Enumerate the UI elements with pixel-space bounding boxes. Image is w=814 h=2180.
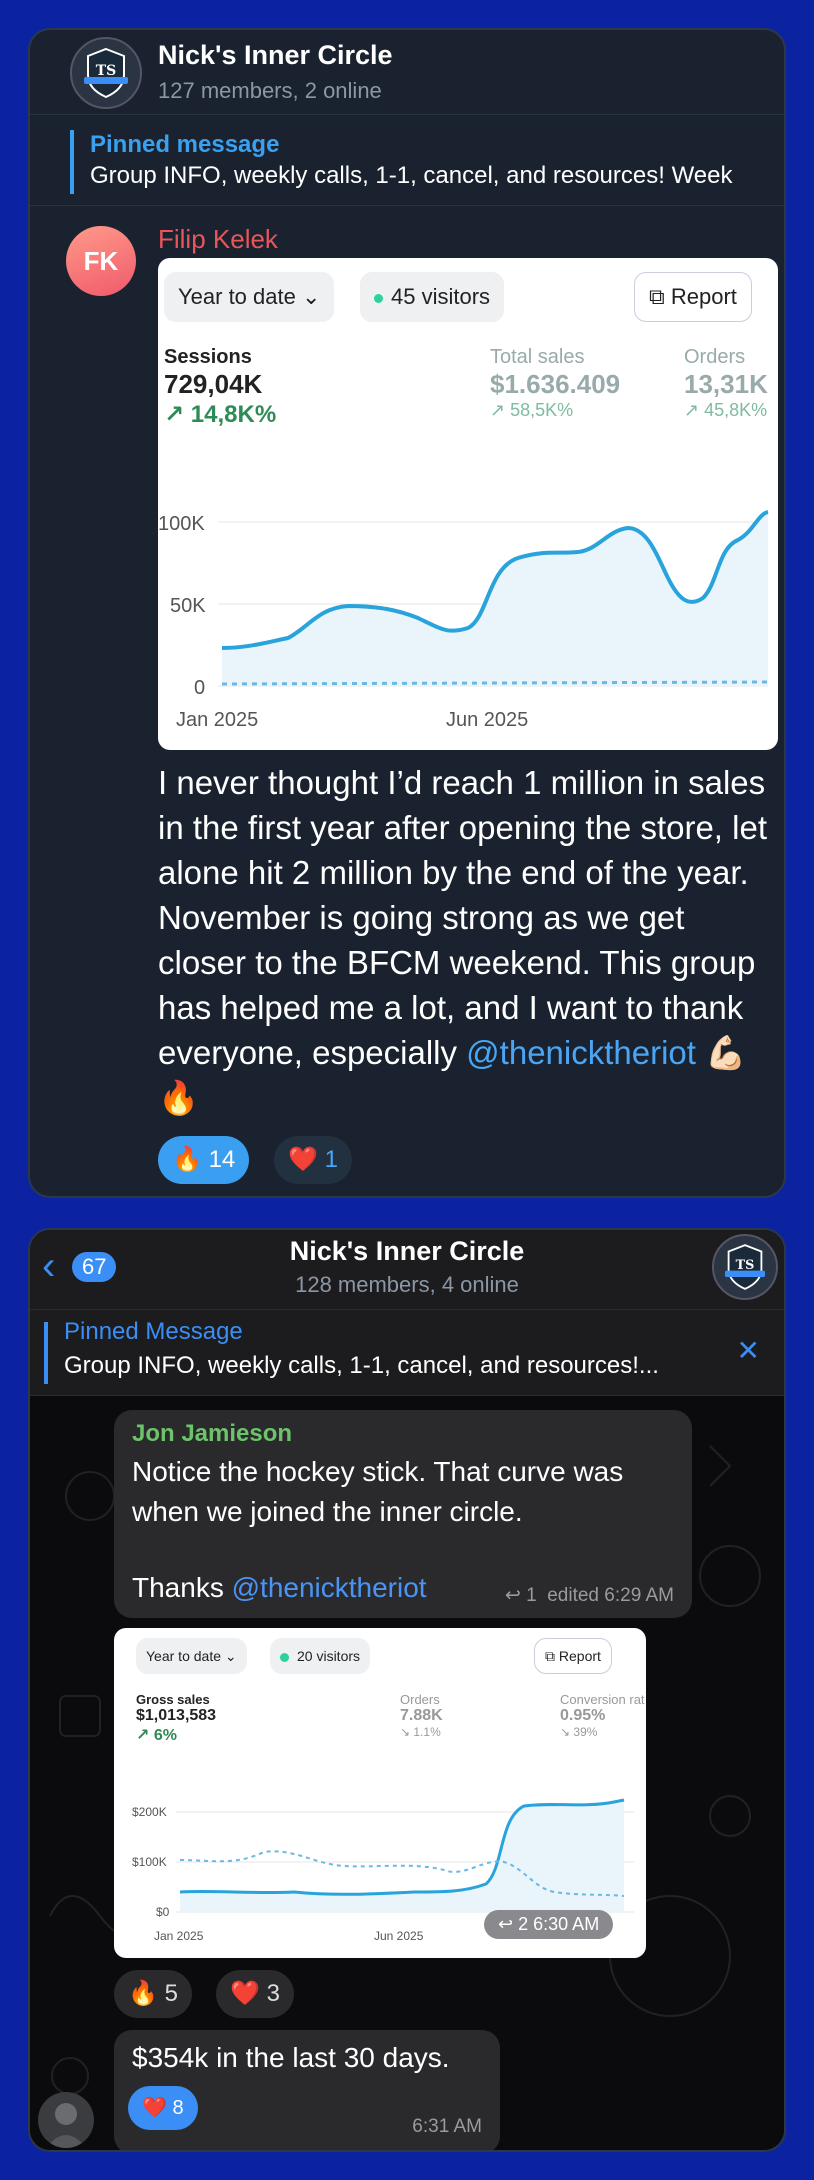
group-avatar-icon[interactable]: TS xyxy=(712,1234,778,1300)
pinned-label: Pinned Message xyxy=(64,1318,243,1345)
visitors-pill: 45 visitors xyxy=(360,272,505,322)
metric-orders: Orders 7.88K ↘ 1.1% xyxy=(400,1692,443,1739)
analytics-screenshot[interactable]: Year to date ⌄ 45 visitors ⧉ Report Sess… xyxy=(158,258,778,750)
sender-avatar[interactable] xyxy=(38,2092,94,2148)
message-thanks: Thanks @thenicktheriot xyxy=(132,1572,427,1603)
svg-text:TS: TS xyxy=(736,1258,755,1273)
metric-orders: Orders 13,31K ↗ 45,8K% xyxy=(684,346,768,420)
member-count: 128 members, 4 online xyxy=(295,1272,519,1297)
sender-name[interactable]: Filip Kelek xyxy=(158,224,278,255)
y-tick: $0 xyxy=(156,1905,170,1919)
y-tick: $200K xyxy=(132,1805,167,1819)
live-dot-icon xyxy=(280,1652,289,1662)
chevron-down-icon: ⌄ xyxy=(301,284,321,309)
media-timestamp-overlay: ↩ 2 6:30 AM xyxy=(484,1910,614,1939)
chat-header: ‹ 67 Nick's Inner Circle 128 members, 4 … xyxy=(30,1230,784,1310)
x-tick: Jan 2025 xyxy=(176,709,258,731)
x-tick: Jun 2025 xyxy=(374,1929,424,1943)
mention-link[interactable]: @thenicktheriot xyxy=(232,1572,427,1603)
metric-gross-sales: Gross sales $1,013,583 ↗ 6% xyxy=(136,1692,217,1744)
reaction-fire[interactable]: 🔥 14 xyxy=(158,1136,250,1184)
reaction-heart[interactable]: ❤️ 8 xyxy=(128,2086,198,2130)
svg-text:TS: TS xyxy=(96,63,117,79)
metric-sessions: Sessions 729,04K ↗ 14,8K% xyxy=(164,346,277,428)
x-tick: Jun 2025 xyxy=(446,709,528,731)
group-title: Nick's Inner Circle xyxy=(289,1236,525,1266)
y-tick: $100K xyxy=(132,1855,167,1869)
y-tick: 0 xyxy=(194,677,205,699)
reply-icon: ↩ xyxy=(504,1585,521,1606)
reaction-fire[interactable]: 🔥 5 xyxy=(114,1970,192,2018)
pinned-text: Group INFO, weekly calls, 1-1, cancel, a… xyxy=(90,162,733,189)
live-dot-icon xyxy=(374,293,383,303)
visitors-pill: 20 visitors xyxy=(270,1638,371,1674)
message-bubble[interactable]: Jon Jamieson Notice the hockey stick. Th… xyxy=(114,1410,692,1618)
message-text: Notice the hockey stick. That curve was … xyxy=(132,1456,624,1527)
pinned-message-bar[interactable]: Pinned message Group INFO, weekly calls,… xyxy=(70,130,784,194)
metric-conversion: Conversion rat 0.95% ↘ 39% xyxy=(560,1692,645,1739)
reaction-heart[interactable]: ❤️ 1 xyxy=(274,1136,352,1184)
chat-header: TS Nick's Inner Circle 127 members, 2 on… xyxy=(30,30,784,115)
mention-link[interactable]: @thenicktheriot xyxy=(466,1034,696,1071)
message-meta: ↩ 1 edited 6:29 AM xyxy=(504,1585,674,1606)
sender-name[interactable]: Jon Jamieson xyxy=(132,1420,292,1448)
pinned-label: Pinned message xyxy=(90,131,280,158)
analytics-screenshot[interactable]: Year to date ⌄ 20 visitors ⧉ Report Gros… xyxy=(114,1628,646,1958)
message-text: $354k in the last 30 days. xyxy=(132,2042,450,2073)
message-text: I never thought I’d reach 1 million in s… xyxy=(158,764,768,1116)
reaction-heart[interactable]: ❤️ 3 xyxy=(216,1970,294,2018)
date-range-pill: Year to date ⌄ xyxy=(164,272,335,322)
report-button: ⧉ Report xyxy=(534,1638,612,1674)
reply-icon: ↩ xyxy=(498,1914,514,1934)
sender-avatar[interactable]: FK xyxy=(66,226,136,296)
report-button: ⧉ Report xyxy=(634,272,752,322)
message-time: 6:31 AM xyxy=(412,2116,482,2137)
message-bubble[interactable]: $354k in the last 30 days. ❤️ 8 6:31 AM xyxy=(114,2030,500,2150)
pinned-message-bar[interactable]: Pinned Message Group INFO, weekly calls,… xyxy=(30,1310,784,1396)
arrow-up-icon: ↗ xyxy=(164,401,185,428)
sessions-chart: 100K 50K 0 Jan 2025 Jun 2025 xyxy=(158,510,769,731)
comparison-line xyxy=(221,680,769,686)
member-count: 127 members, 2 online xyxy=(158,78,382,103)
chat-background: Jon Jamieson Notice the hockey stick. Th… xyxy=(30,1396,784,2150)
close-icon[interactable]: ✕ xyxy=(737,1334,760,1367)
divider xyxy=(30,205,784,206)
metric-total-sales: Total sales $1.636.409 ↗ 58,5K% xyxy=(490,346,621,420)
chat-screenshot-2: ‹ 67 Nick's Inner Circle 128 members, 4 … xyxy=(28,1228,786,2152)
group-avatar-icon[interactable]: TS xyxy=(70,37,142,109)
group-title: Nick's Inner Circle xyxy=(158,40,393,70)
date-range-pill: Year to date ⌄ xyxy=(136,1638,247,1674)
pinned-text: Group INFO, weekly calls, 1-1, cancel, a… xyxy=(64,1352,659,1379)
y-tick: 50K xyxy=(170,595,206,617)
chat-screenshot-1: TS Nick's Inner Circle 127 members, 2 on… xyxy=(28,28,786,1198)
x-tick: Jan 2025 xyxy=(154,1929,204,1943)
y-tick: 100K xyxy=(158,513,205,535)
report-icon: ⧉ xyxy=(649,284,665,309)
